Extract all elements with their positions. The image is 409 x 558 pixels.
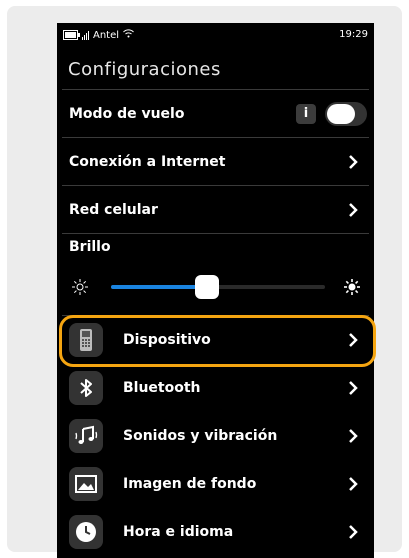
wifi-icon	[123, 29, 134, 41]
internet-connection-row[interactable]: Conexión a Internet	[57, 137, 374, 186]
device-phone-icon	[69, 322, 103, 357]
status-bar: Antel 19:29	[57, 23, 374, 45]
bluetooth-icon	[69, 370, 103, 405]
image-icon	[69, 466, 103, 501]
clock-time: 19:29	[339, 29, 368, 40]
time-language-label: Hora e idioma	[123, 523, 234, 540]
sounds-vibration-label: Sonidos y vibración	[123, 427, 278, 444]
cellular-network-label: Red celular	[69, 201, 158, 218]
internet-connection-label: Conexión a Internet	[69, 153, 226, 170]
brightness-slider-handle[interactable]	[195, 275, 219, 299]
device-label: Dispositivo	[123, 331, 211, 348]
page-title: Configuraciones	[68, 59, 221, 80]
wallpaper-row[interactable]: Imagen de fondo	[57, 459, 374, 508]
bluetooth-row[interactable]: Bluetooth	[57, 363, 374, 412]
brightness-slider-fill	[111, 285, 207, 289]
divider	[62, 233, 369, 234]
chevron-right-icon	[349, 332, 358, 347]
info-icon[interactable]: i	[296, 103, 316, 124]
device-row[interactable]: Dispositivo	[57, 315, 374, 364]
brightness-high-icon	[344, 279, 360, 295]
music-note-icon	[69, 418, 103, 453]
wallpaper-label: Imagen de fondo	[123, 475, 257, 492]
chevron-right-icon	[349, 154, 358, 169]
cellular-network-row[interactable]: Red celular	[57, 185, 374, 234]
clock-icon	[69, 514, 103, 549]
brightness-label: Brillo	[69, 239, 111, 255]
signal-icon	[82, 30, 89, 40]
sounds-vibration-row[interactable]: Sonidos y vibración	[57, 411, 374, 460]
phone-screen: Antel 19:29 Configuraciones Modo de vuel…	[57, 23, 374, 558]
brightness-low-icon	[72, 279, 88, 295]
airplane-mode-toggle[interactable]	[325, 101, 367, 126]
airplane-mode-row[interactable]: Modo de vuelo i	[57, 89, 374, 138]
chevron-right-icon	[349, 524, 358, 539]
time-language-row[interactable]: Hora e idioma	[57, 507, 374, 556]
chevron-right-icon	[349, 202, 358, 217]
battery-icon	[63, 30, 80, 40]
airplane-mode-label: Modo de vuelo	[69, 105, 185, 122]
chevron-right-icon	[349, 380, 358, 395]
carrier-name: Antel	[93, 29, 120, 41]
bluetooth-label: Bluetooth	[123, 379, 201, 396]
chevron-right-icon	[349, 476, 358, 491]
chevron-right-icon	[349, 428, 358, 443]
